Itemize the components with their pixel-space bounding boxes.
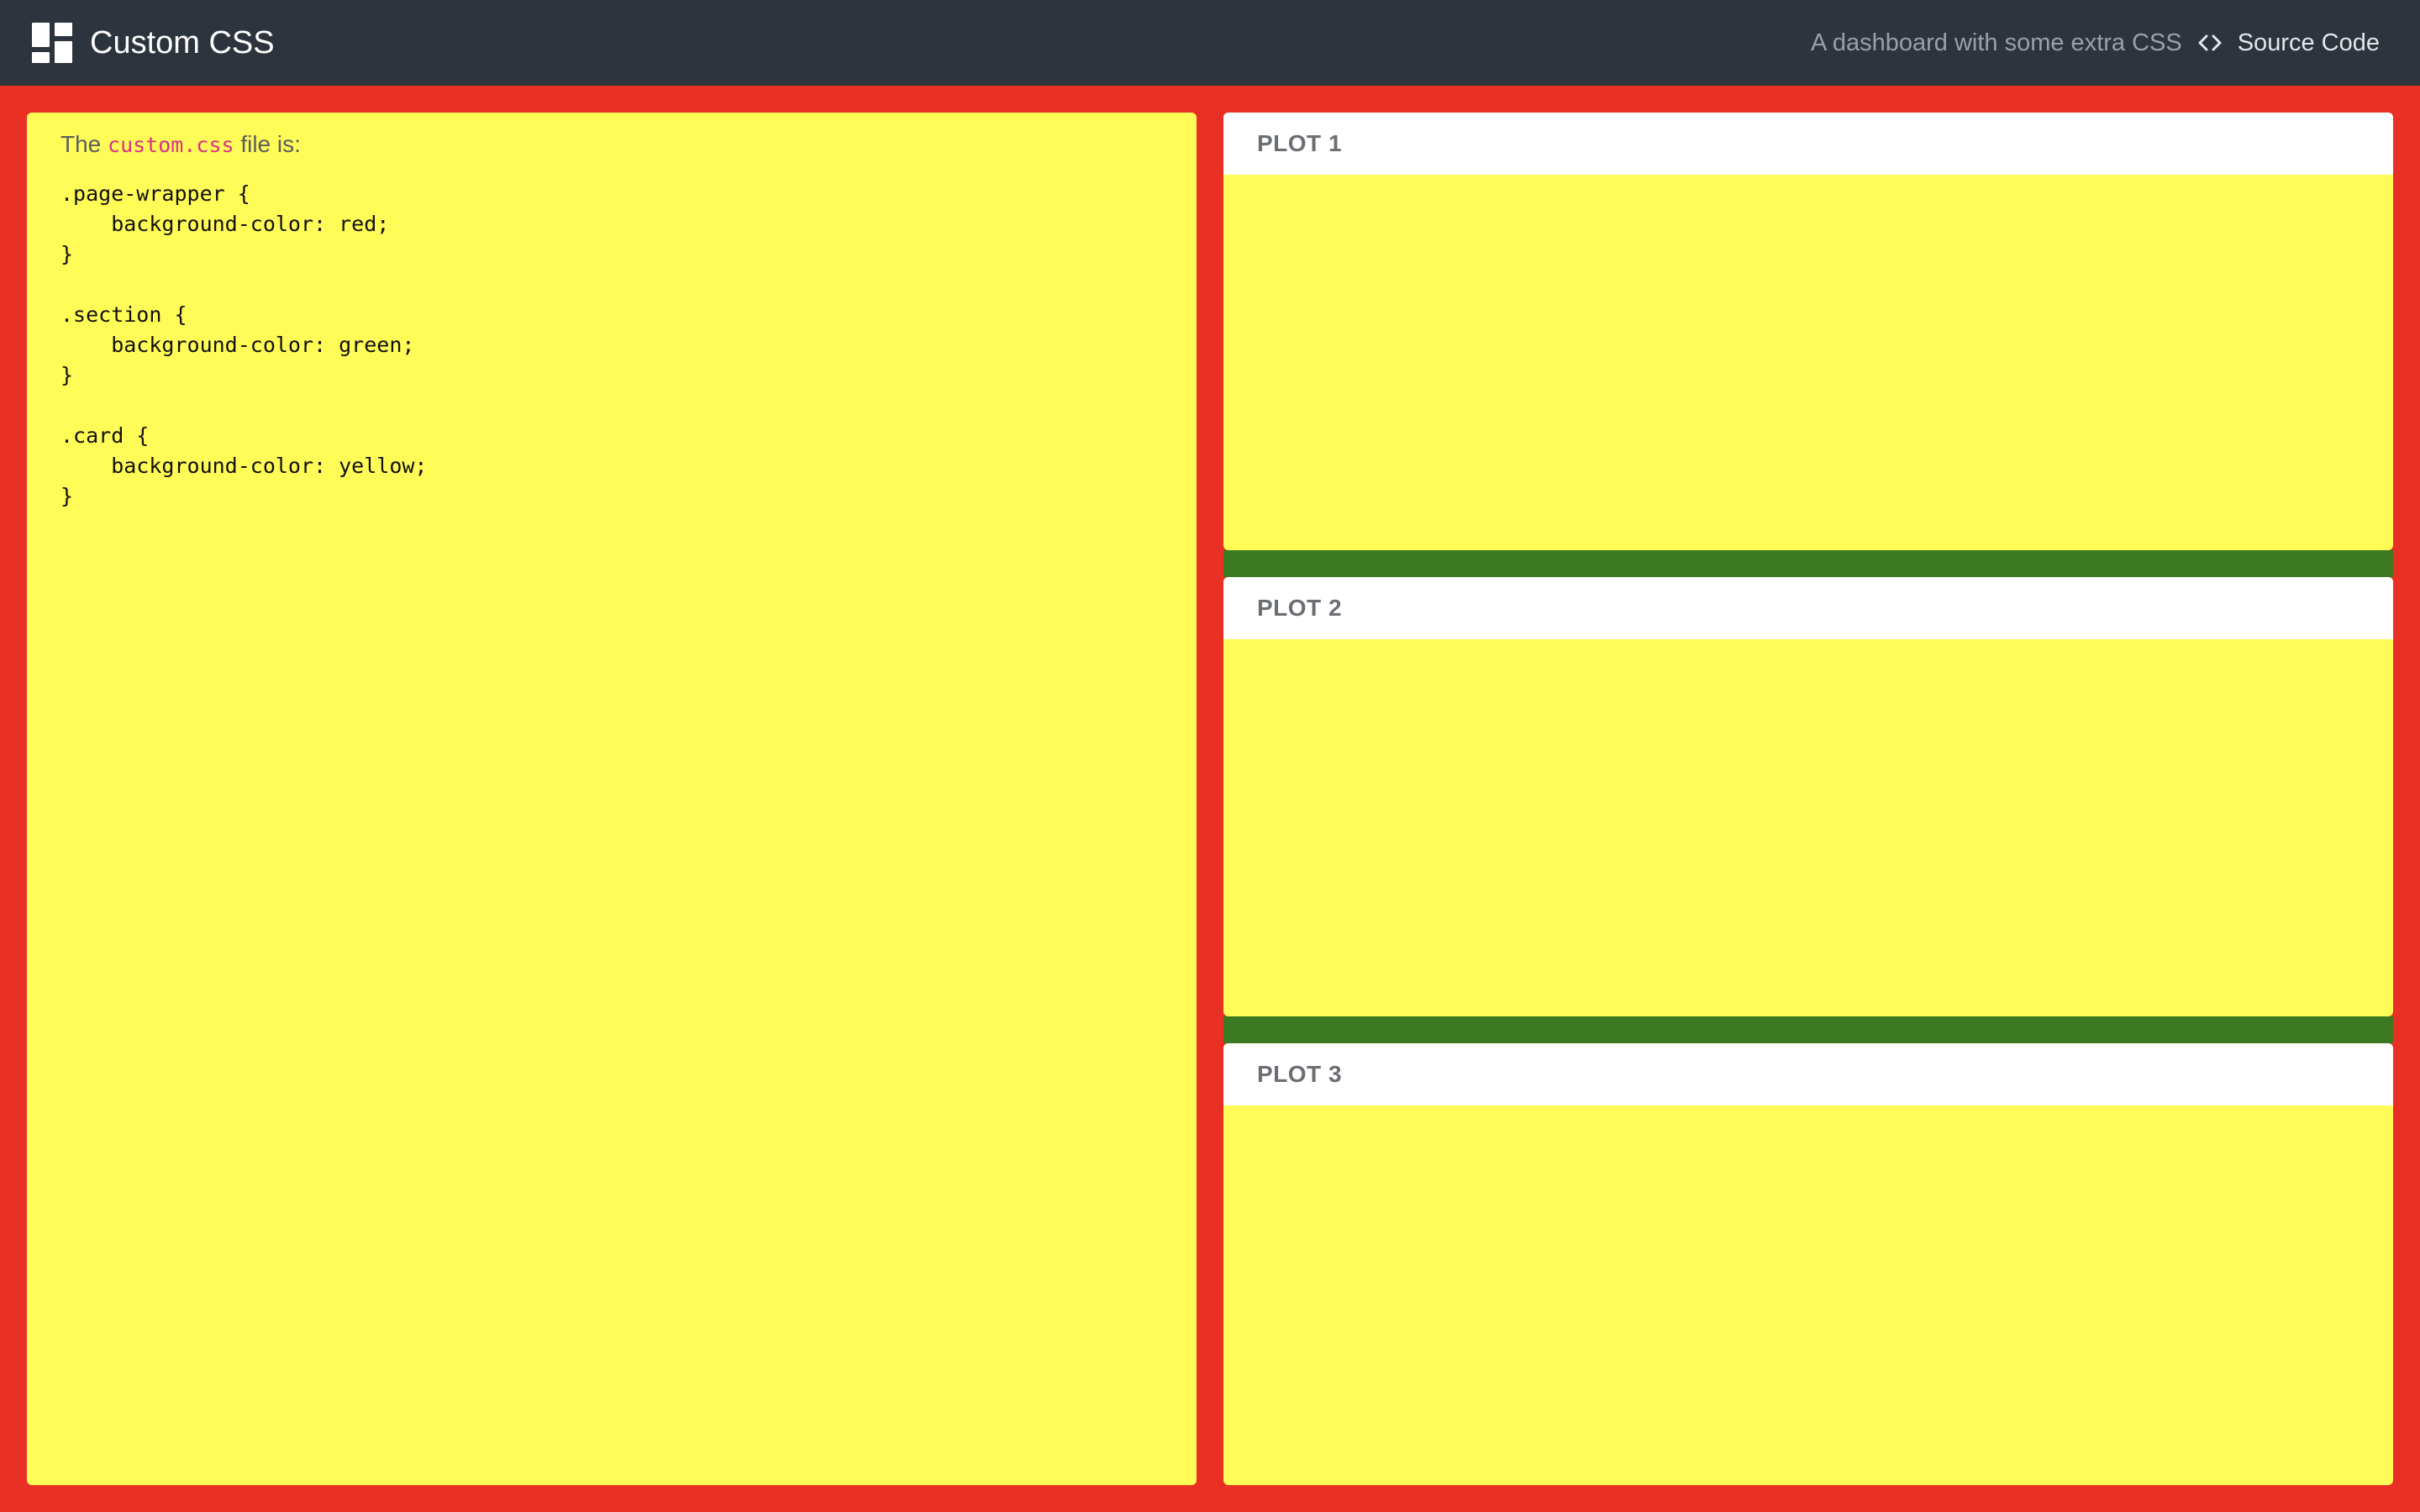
navbar-right: A dashboard with some extra CSS Source C… (1811, 22, 2380, 64)
plot-card-header: PLOT 3 (1223, 1043, 2393, 1105)
filename-code: custom.css (108, 133, 234, 157)
plot-title: PLOT 3 (1257, 1061, 1343, 1087)
page-wrapper: The custom.css file is: .page-wrapper { … (0, 86, 2420, 1512)
app-title: Custom CSS (90, 25, 275, 60)
css-code-block: .page-wrapper { background-color: red; }… (60, 181, 428, 508)
intro-after: file is: (240, 131, 301, 157)
plot-card-2: PLOT 2 (1223, 577, 2393, 1016)
plot-card-header: PLOT 1 (1223, 113, 2393, 175)
plot-title: PLOT 2 (1257, 595, 1343, 621)
css-intro-text: The custom.css file is: (60, 129, 1163, 160)
section-divider (1223, 1016, 2393, 1043)
section-divider (1223, 550, 2393, 577)
dashboard-icon (32, 23, 72, 63)
code-icon[interactable] (2197, 31, 2223, 55)
plot-card-header: PLOT 2 (1223, 577, 2393, 639)
plot-card-1: PLOT 1 (1223, 113, 2393, 550)
css-info-body: The custom.css file is: .page-wrapper { … (27, 113, 1197, 528)
plot-title: PLOT 1 (1257, 130, 1343, 156)
plot-card-3: PLOT 3 (1223, 1043, 2393, 1485)
intro-before: The (60, 131, 102, 157)
source-code-link[interactable]: Source Code (2238, 29, 2380, 57)
css-info-card: The custom.css file is: .page-wrapper { … (27, 113, 1197, 1485)
navbar: Custom CSS A dashboard with some extra C… (0, 0, 2420, 86)
navbar-tagline: A dashboard with some extra CSS (1811, 29, 2182, 56)
